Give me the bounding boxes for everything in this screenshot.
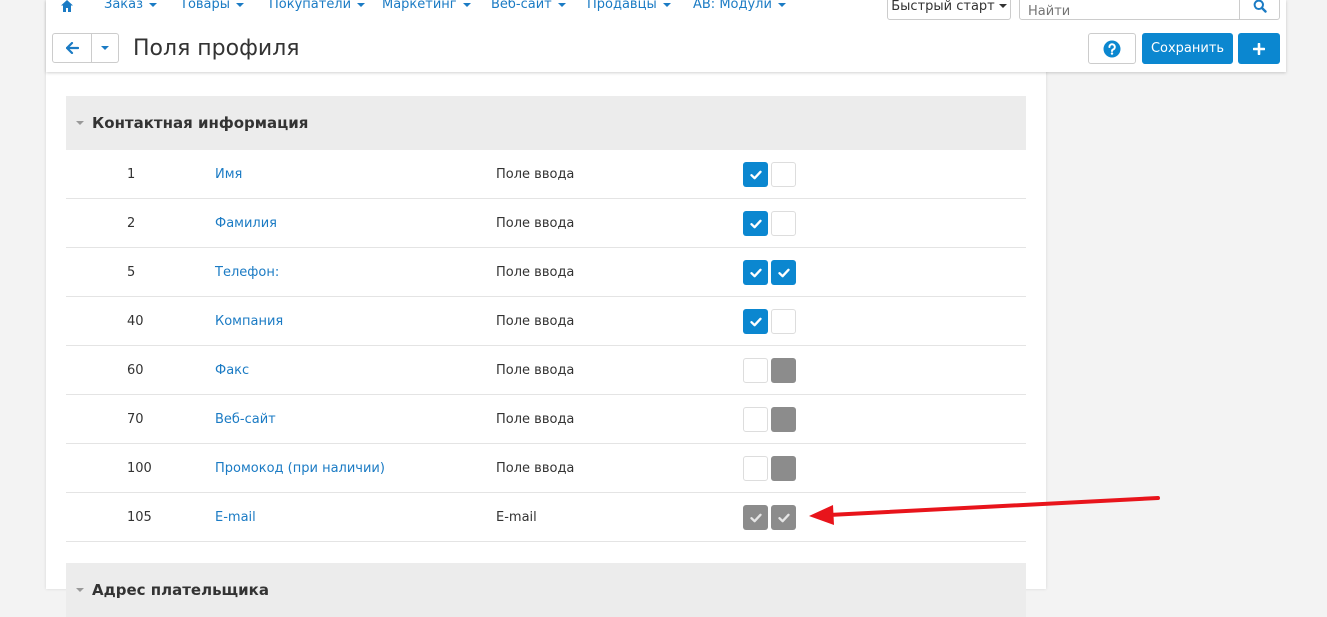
profile-required-checkbox (771, 505, 796, 530)
profile-show-checkbox[interactable] (743, 162, 768, 187)
profile-required-checkbox[interactable] (771, 211, 796, 236)
field-type: Поле ввода (496, 412, 575, 427)
caret-down-icon (462, 2, 471, 7)
field-type: Поле ввода (496, 265, 575, 280)
field-position: 60 (127, 363, 144, 378)
field-position: 100 (127, 461, 152, 476)
profile-required-checkbox[interactable] (771, 260, 796, 285)
check-icon (777, 513, 790, 522)
profile-show-checkbox[interactable] (743, 407, 768, 432)
table-row: 40 Компания Поле ввода (66, 297, 1026, 346)
quick-start-button[interactable]: Быстрый старт (887, 0, 1011, 20)
field-name-link[interactable]: E-mail (215, 510, 256, 525)
nav-item-customers[interactable]: Покупатели (269, 0, 366, 12)
check-icon (749, 317, 762, 326)
field-name-link[interactable]: Компания (215, 314, 283, 329)
profile-show-checkbox[interactable] (743, 358, 768, 383)
caret-down-icon (236, 2, 245, 7)
nav-item-products[interactable]: Товары (180, 0, 245, 12)
nav-item-label: Маркетинг (382, 0, 457, 12)
section-title: Контактная информация (92, 114, 309, 132)
caret-down-icon (357, 2, 366, 7)
nav-item-label: Покупатели (269, 0, 352, 12)
field-name-link[interactable]: Фамилия (215, 216, 277, 231)
arrow-left-icon (65, 42, 79, 54)
caret-down-icon (149, 2, 158, 7)
nav-item-label: Продавцы (587, 0, 657, 12)
profile-show-checkbox[interactable] (743, 309, 768, 334)
field-position: 2 (127, 216, 136, 231)
section-header-contact[interactable]: Контактная информация (66, 96, 1026, 150)
nav-item-orders[interactable]: Заказ (104, 0, 158, 12)
nav-item-vendors[interactable]: Продавцы (587, 0, 671, 12)
table-row: 5 Телефон: Поле ввода (66, 248, 1026, 297)
field-type: E-mail (496, 510, 537, 525)
field-position: 1 (127, 167, 136, 182)
table-row: 100 Промокод (при наличии) Поле ввода (66, 444, 1026, 493)
profile-show-checkbox[interactable] (743, 456, 768, 481)
profile-required-checkbox (771, 358, 796, 383)
check-icon (749, 170, 762, 179)
field-type: Поле ввода (496, 216, 575, 231)
help-button[interactable] (1088, 33, 1136, 64)
save-button[interactable]: Сохранить (1142, 33, 1233, 64)
annotation-arrow-icon (809, 496, 1160, 525)
field-position: 5 (127, 265, 136, 280)
field-type: Поле ввода (496, 314, 575, 329)
profile-show-checkbox[interactable] (743, 211, 768, 236)
field-type: Поле ввода (496, 461, 575, 476)
back-dropdown-button[interactable] (92, 33, 119, 63)
nav-item-label: Товары (180, 0, 231, 12)
table-row: 70 Веб-сайт Поле ввода (66, 395, 1026, 444)
caret-down-icon (998, 4, 1007, 8)
field-type: Поле ввода (496, 167, 575, 182)
caret-down-icon (662, 2, 671, 7)
home-icon[interactable] (60, 0, 74, 13)
check-icon (777, 268, 790, 277)
field-name-link[interactable]: Веб-сайт (215, 412, 276, 427)
quick-start-label: Быстрый старт (891, 0, 995, 14)
nav-item-website[interactable]: Веб-сайт (491, 0, 566, 12)
table-row: 60 Факс Поле ввода (66, 346, 1026, 395)
profile-show-checkbox[interactable] (743, 260, 768, 285)
check-icon (749, 513, 762, 522)
question-circle-icon (1103, 40, 1121, 57)
table-row: 2 Фамилия Поле ввода (66, 199, 1026, 248)
field-position: 105 (127, 510, 152, 525)
section-header-billing[interactable]: Адрес плательщика (66, 563, 1026, 617)
page-title: Поля профиля (133, 36, 300, 61)
field-name-link[interactable]: Факс (215, 363, 249, 378)
plus-icon (1253, 42, 1265, 55)
nav-item-label: Заказ (104, 0, 144, 12)
check-icon (749, 268, 762, 277)
search-icon (1253, 0, 1267, 13)
nav-item-ab-modules[interactable]: АВ: Модули (693, 0, 786, 12)
top-toolbar: Заказ Товары Покупатели Маркетинг Веб-са… (46, 0, 1286, 72)
search-input[interactable] (1019, 0, 1240, 20)
field-position: 70 (127, 412, 144, 427)
profile-required-checkbox (771, 456, 796, 481)
caret-down-icon (101, 46, 109, 50)
profile-show-checkbox (743, 505, 768, 530)
collapse-caret-icon (76, 121, 84, 125)
nav-item-label: АВ: Модули (693, 0, 772, 12)
profile-required-checkbox[interactable] (771, 309, 796, 334)
nav-item-label: Веб-сайт (491, 0, 552, 12)
profile-required-checkbox[interactable] (771, 162, 796, 187)
field-name-link[interactable]: Промокод (при наличии) (215, 461, 385, 476)
caret-down-icon (777, 2, 786, 7)
add-button[interactable] (1238, 33, 1280, 64)
field-name-link[interactable]: Телефон: (215, 265, 279, 280)
table-row: 1 Имя Поле ввода (66, 150, 1026, 199)
caret-down-icon (557, 2, 566, 7)
section-title: Адрес плательщика (92, 581, 269, 599)
field-type: Поле ввода (496, 363, 575, 378)
search-button[interactable] (1239, 0, 1280, 20)
check-icon (749, 219, 762, 228)
back-button[interactable] (52, 33, 92, 63)
field-name-link[interactable]: Имя (215, 167, 242, 182)
field-position: 40 (127, 314, 144, 329)
profile-required-checkbox (771, 407, 796, 432)
nav-item-marketing[interactable]: Маркетинг (382, 0, 471, 12)
